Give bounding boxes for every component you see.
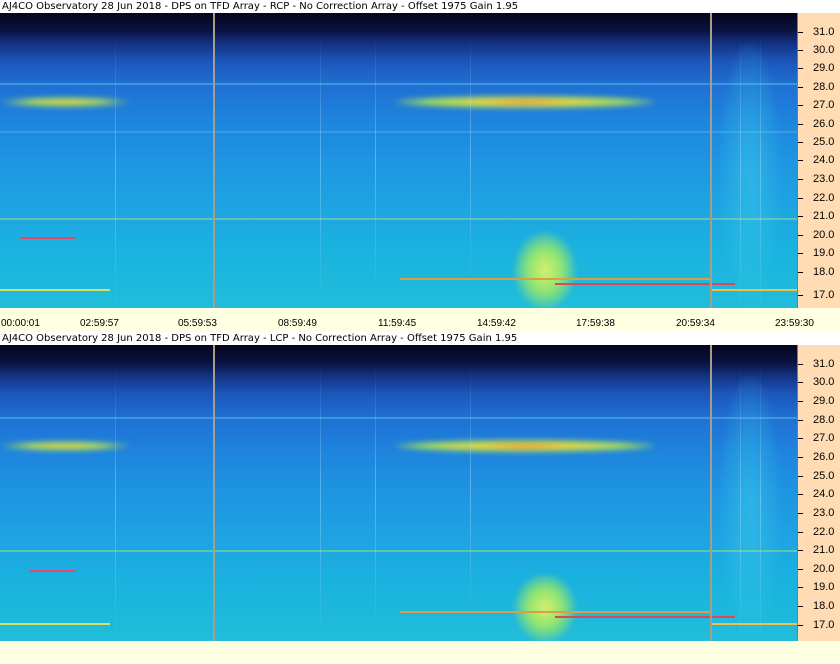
frequency-label: 29.0 [813, 62, 835, 74]
frequency-label: 17.0 [813, 619, 835, 631]
spectrogram-image[interactable] [0, 345, 797, 641]
panel-title: AJ4CO Observatory 28 Jun 2018 - DPS on T… [0, 0, 840, 13]
frequency-label: 22.0 [813, 526, 835, 538]
frequency-axis: 31.0 30.0 29.0 28.0 27.0 26.0 25.0 24.0 … [797, 13, 840, 308]
frequency-label: 19.0 [813, 247, 835, 259]
frequency-label: 27.0 [813, 432, 835, 444]
frequency-label: 23.0 [813, 173, 835, 185]
frequency-label: 22.0 [813, 192, 835, 204]
frequency-label: 30.0 [813, 44, 835, 56]
frequency-label: 18.0 [813, 266, 835, 278]
frequency-label: 29.0 [813, 395, 835, 407]
frequency-axis: 31.0 30.0 29.0 28.0 27.0 26.0 25.0 24.0 … [797, 345, 840, 641]
frequency-label: 31.0 [813, 358, 835, 370]
frequency-label: 28.0 [813, 414, 835, 426]
frequency-label: 21.0 [813, 544, 835, 556]
frequency-label: 20.0 [813, 229, 835, 241]
frequency-label: 23.0 [813, 507, 835, 519]
time-label: 20:59:34 [676, 318, 715, 329]
frequency-label: 31.0 [813, 26, 835, 38]
frequency-label: 27.0 [813, 99, 835, 111]
spectrogram-image[interactable] [0, 13, 797, 308]
time-label: 08:59:49 [278, 318, 317, 329]
spectrogram-panel-lcp: AJ4CO Observatory 28 Jun 2018 - DPS on T… [0, 332, 840, 664]
time-label: 05:59:53 [178, 318, 217, 329]
time-marker-line [213, 13, 215, 308]
time-marker-line [213, 345, 215, 641]
frequency-label: 30.0 [813, 376, 835, 388]
frequency-label: 28.0 [813, 81, 835, 93]
time-marker-line [710, 345, 712, 641]
frequency-label: 20.0 [813, 563, 835, 575]
spectrogram-panel-rcp: AJ4CO Observatory 28 Jun 2018 - DPS on T… [0, 0, 840, 332]
frequency-label: 17.0 [813, 289, 835, 301]
frequency-label: 19.0 [813, 581, 835, 593]
frequency-label: 24.0 [813, 488, 835, 500]
time-label: 14:59:42 [477, 318, 516, 329]
frequency-label: 26.0 [813, 118, 835, 130]
time-marker-line [710, 13, 712, 308]
frequency-label: 18.0 [813, 600, 835, 612]
time-label: 23:59:30 [775, 318, 814, 329]
time-label: 00:00:01 [1, 318, 40, 329]
frequency-label: 25.0 [813, 136, 835, 148]
time-label: 11:59:45 [378, 318, 417, 329]
frequency-label: 24.0 [813, 154, 835, 166]
frequency-label: 25.0 [813, 470, 835, 482]
bottom-status-strip [0, 641, 840, 664]
time-label: 17:59:38 [576, 318, 615, 329]
frequency-label: 26.0 [813, 451, 835, 463]
time-axis: 00:00:01 02:59:57 05:59:53 08:59:49 11:5… [0, 308, 840, 332]
panel-title: AJ4CO Observatory 28 Jun 2018 - DPS on T… [0, 332, 840, 345]
time-label: 02:59:57 [80, 318, 119, 329]
frequency-label: 21.0 [813, 210, 835, 222]
